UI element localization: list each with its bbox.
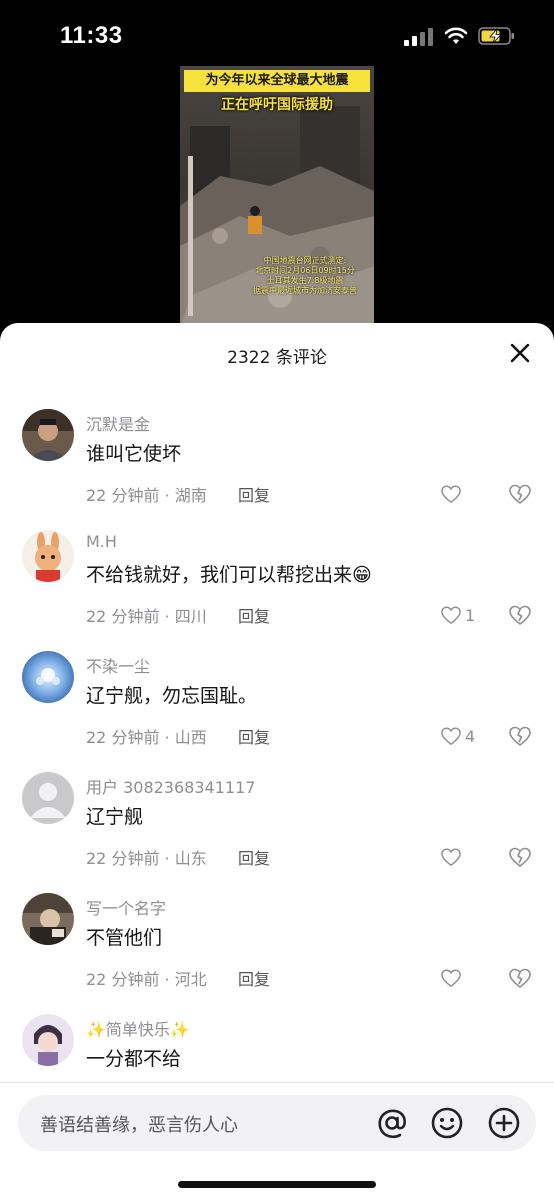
like-button[interactable] xyxy=(440,482,465,506)
like-button[interactable]: 4 xyxy=(440,724,475,748)
status-bar: 11:33 xyxy=(0,0,554,60)
avatar[interactable] xyxy=(22,772,74,824)
comment-meta: 22 分钟前 · 河北 xyxy=(86,970,207,989)
close-icon[interactable] xyxy=(506,339,534,367)
reply-button[interactable]: 回复 xyxy=(238,482,270,506)
avatar[interactable] xyxy=(22,1014,74,1066)
like-count: 4 xyxy=(465,726,476,746)
comment-meta: 22 分钟前 · 山西 xyxy=(86,728,207,747)
comment-username[interactable]: M.H xyxy=(86,532,117,551)
comment-username[interactable]: 写一个名字 xyxy=(86,895,166,919)
comments-header: 2322 条评论 xyxy=(0,323,554,383)
avatar[interactable] xyxy=(22,530,74,582)
video-caption-title: 为今年以来全球最大地震 xyxy=(184,70,370,92)
plus-icon[interactable] xyxy=(486,1105,522,1141)
comment-meta: 22 分钟前 · 四川 xyxy=(86,607,207,626)
comment-username[interactable]: 沉默是金 xyxy=(86,411,150,435)
avatar[interactable] xyxy=(22,893,74,945)
video-player[interactable]: 为今年以来全球最大地震 正在呼吁国际援助 中国地震台网正式测定: 北京时间2月0… xyxy=(0,60,554,330)
reply-button[interactable]: 回复 xyxy=(238,845,270,869)
comment-text: 不给钱就好，我们可以帮挖出来😁 xyxy=(86,564,372,586)
comment-item: 用户 3082368341117 辽宁舰 22 分钟前 · 山东 回复 xyxy=(0,772,554,892)
reply-button[interactable]: 回复 xyxy=(238,966,270,990)
video-caption-subtitle: 正在呼吁国际援助 xyxy=(221,97,333,113)
reply-button[interactable]: 回复 xyxy=(238,603,270,627)
comment-username[interactable]: ✨简单快乐✨ xyxy=(86,1016,190,1040)
video-thumbnail[interactable]: 为今年以来全球最大地震 正在呼吁国际援助 中国地震台网正式测定: 北京时间2月0… xyxy=(180,66,374,330)
comment-text: 不管他们 xyxy=(86,927,163,949)
home-indicator[interactable] xyxy=(178,1181,376,1188)
wifi-icon xyxy=(444,27,468,44)
video-caption-info: 中国地震台网正式测定: 北京时间2月06日09时15分 土耳其发生7.8级地震 … xyxy=(253,256,357,295)
reply-button[interactable]: 回复 xyxy=(238,724,270,748)
battery-charging-icon xyxy=(478,27,514,45)
comment-text: 一分都不给 xyxy=(86,1048,182,1070)
comment-text: 谁叫它使坏 xyxy=(86,443,182,465)
broken-heart-icon[interactable] xyxy=(508,482,532,506)
comments-panel: 2322 条评论 沉默是金 谁叫它使坏 22 分钟前 · 湖南 回复 M.H 不… xyxy=(0,323,554,1200)
comment-item: 沉默是金 谁叫它使坏 22 分钟前 · 湖南 回复 xyxy=(0,409,554,529)
comment-input[interactable]: 善语结善缘，恶言伤人心 xyxy=(18,1095,536,1151)
heart-icon xyxy=(441,848,461,867)
status-time: 11:33 xyxy=(60,22,123,49)
comment-text: 辽宁舰 xyxy=(86,806,144,828)
comment-meta: 22 分钟前 · 山东 xyxy=(86,849,207,868)
avatar[interactable] xyxy=(22,651,74,703)
comment-input-bar: 善语结善缘，恶言伤人心 xyxy=(0,1082,554,1200)
like-count: 1 xyxy=(465,605,476,625)
comment-input-placeholder: 善语结善缘，恶言伤人心 xyxy=(40,1115,238,1136)
comment-item: 不染一尘 辽宁舰，勿忘国耻。 22 分钟前 · 山西 回复 4 xyxy=(0,651,554,771)
emoji-icon[interactable] xyxy=(429,1105,465,1141)
like-button[interactable]: 1 xyxy=(440,603,475,627)
comment-username[interactable]: 不染一尘 xyxy=(86,653,150,677)
heart-icon xyxy=(441,969,461,988)
like-button[interactable] xyxy=(440,845,465,869)
like-button[interactable] xyxy=(440,966,465,990)
comment-item: M.H 不给钱就好，我们可以帮挖出来😁 22 分钟前 · 四川 回复 1 xyxy=(0,530,554,650)
heart-icon xyxy=(441,485,461,504)
comment-meta: 22 分钟前 · 湖南 xyxy=(86,486,207,505)
heart-icon xyxy=(441,606,461,625)
at-icon[interactable] xyxy=(374,1105,410,1141)
broken-heart-icon[interactable] xyxy=(508,966,532,990)
avatar[interactable] xyxy=(22,409,74,461)
heart-icon xyxy=(441,727,461,746)
broken-heart-icon[interactable] xyxy=(508,845,532,869)
comment-item: 写一个名字 不管他们 22 分钟前 · 河北 回复 xyxy=(0,893,554,1013)
comment-count: 2322 条评论 xyxy=(227,348,327,368)
broken-heart-icon[interactable] xyxy=(508,603,532,627)
cellular-signal-icon xyxy=(404,28,434,46)
broken-heart-icon[interactable] xyxy=(508,724,532,748)
comment-text: 辽宁舰，勿忘国耻。 xyxy=(86,685,258,707)
comment-username[interactable]: 用户 3082368341117 xyxy=(86,774,255,798)
